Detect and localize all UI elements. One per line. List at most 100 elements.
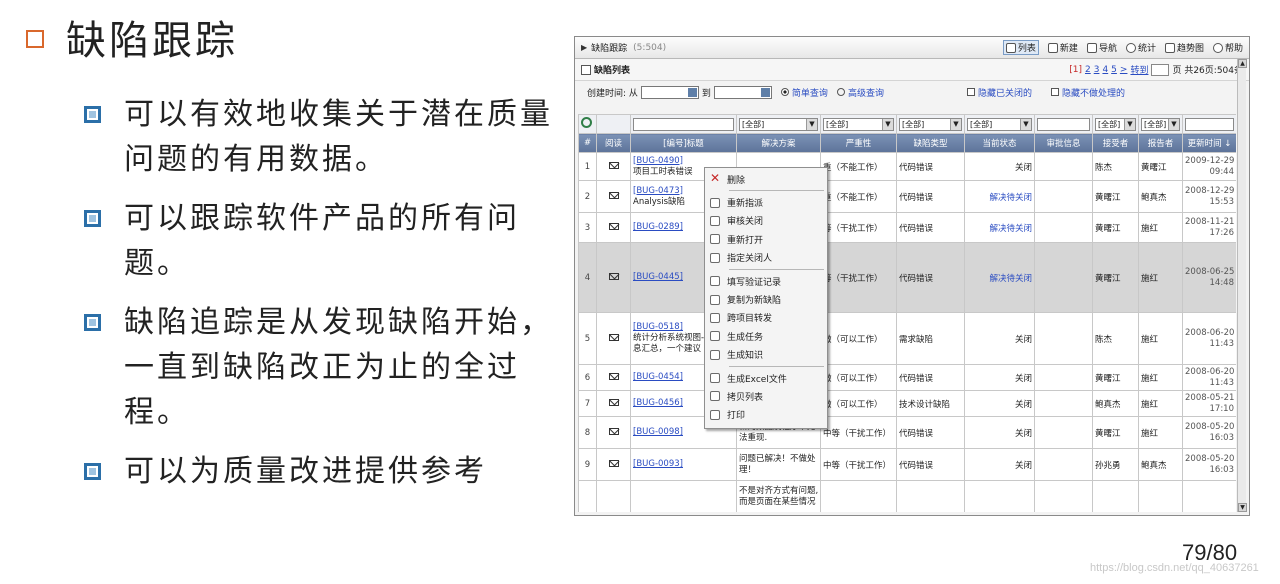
toolbar-action-new[interactable]: 新建 <box>1047 40 1078 55</box>
scroll-down-icon[interactable]: ▼ <box>1238 503 1247 512</box>
column-header[interactable]: 严重性 <box>820 133 897 153</box>
pager-page-link[interactable]: 5 <box>1111 65 1117 75</box>
filter-input[interactable] <box>1185 117 1234 131</box>
toolbar-action-list[interactable]: 列表 <box>1002 40 1039 55</box>
envelope-icon[interactable] <box>608 398 619 406</box>
menu-item-forward[interactable]: 跨项目转发 <box>705 309 827 327</box>
scroll-up-icon[interactable]: ▲ <box>1238 59 1247 68</box>
severity-cell <box>820 480 897 512</box>
menu-item-copy-list[interactable]: 拷贝列表 <box>705 387 827 405</box>
severity-cell: 微（可以工作） <box>820 312 897 365</box>
toolbar-action-help[interactable]: 帮助 <box>1212 40 1243 55</box>
envelope-icon[interactable] <box>608 191 619 199</box>
row-number: 4 <box>578 242 597 313</box>
table-row[interactable]: 不是对齐方式有问题, 而是页面在某些情况 <box>578 480 1236 512</box>
bullet-point: 可以跟踪软件产品的所有问题。 <box>78 196 558 286</box>
envelope-icon[interactable] <box>608 459 619 467</box>
menu-item-print[interactable]: 打印 <box>705 406 827 424</box>
bullet-list: 可以有效地收集关于潜在质量问题的有用数据。 可以跟踪软件产品的所有问题。 缺陷追… <box>78 92 558 508</box>
column-header[interactable]: # <box>578 133 597 153</box>
menu-item-verify-record[interactable]: 填写验证记录 <box>705 272 827 290</box>
updated-time-cell: 2008-11-21 17:26 <box>1182 212 1236 243</box>
menu-item-delete[interactable]: ✕ 删除 <box>705 170 827 188</box>
envelope-icon[interactable] <box>608 272 619 280</box>
filter-input[interactable] <box>633 117 734 131</box>
table-row[interactable]: 1 [BUG-0490] 项目工时表错误 重（不能工作） 代码错误 关闭 陈杰 黄曙江 2009… <box>578 152 1236 181</box>
hide-closed-label[interactable]: 隐藏已关闭的 <box>978 86 1032 99</box>
envelope-icon[interactable] <box>608 333 619 341</box>
table-row[interactable]: 5 [BUG-0518] 统计分析系统视图-> 息汇总，一个建议 微（可以工作） 需求缺陷… <box>578 312 1236 365</box>
toolbar-action-trend[interactable]: 趋势图 <box>1164 40 1204 55</box>
row-number: 2 <box>578 180 597 213</box>
table-row[interactable]: 8[BUG-0098]新的数据及程序下无法重现.中等（干扰工作）代码错误关闭黄曙… <box>578 416 1236 449</box>
search-icon[interactable] <box>581 117 592 128</box>
column-header[interactable]: 接受者 <box>1092 133 1139 153</box>
pager-page-link[interactable]: > <box>1120 65 1128 75</box>
filter-select[interactable]: [全部] <box>1095 117 1136 131</box>
menu-item-reopen[interactable]: 重新打开 <box>705 230 827 248</box>
menu-item-approve-close[interactable]: 审核关闭 <box>705 212 827 230</box>
hide-closed-checkbox[interactable] <box>966 88 975 96</box>
filter-select[interactable]: [全部] <box>739 117 818 131</box>
column-header[interactable]: [编号]标题 <box>630 133 737 153</box>
bullet-icon <box>84 463 101 480</box>
toolbar-action-stats[interactable]: 统计 <box>1125 40 1156 55</box>
column-header[interactable]: 阅读 <box>596 133 631 153</box>
table-row[interactable]: 9 [BUG-0093] 问题已解决！不做处 理！ 中等（干扰工作） 代码错误 关闭 孙兆勇鲍… <box>578 448 1236 481</box>
pager-page-link[interactable]: 4 <box>1102 65 1108 75</box>
advanced-query-label[interactable]: 高级查询 <box>848 86 884 99</box>
column-header[interactable]: 缺陷类型 <box>896 133 965 153</box>
hide-unhandled-label[interactable]: 隐藏不做处理的 <box>1062 86 1125 99</box>
bug-id-link[interactable]: [BUG-0490] <box>633 156 734 167</box>
menu-item-task[interactable]: 生成任务 <box>705 327 827 345</box>
bullet-icon <box>84 210 101 227</box>
vertical-scrollbar[interactable]: ▲ ▼ <box>1237 59 1247 512</box>
assignee-cell: 陈杰 <box>1092 312 1139 365</box>
filter-input[interactable] <box>1037 117 1090 131</box>
filter-select[interactable]: [全部] <box>899 117 962 131</box>
slide-title-text: 缺陷跟踪 <box>66 18 238 64</box>
toolbar-action-navigate[interactable]: 导航 <box>1086 40 1117 55</box>
table-row[interactable]: 7 [BUG-0456] 微（可以工作） 技术设计缺陷 关闭 鲍真杰 施红 2008-05-2… <box>578 390 1236 417</box>
updated-time-cell: 2008-05-21 17:10 <box>1182 390 1236 417</box>
title-bullet-icon <box>26 30 44 48</box>
advanced-query-radio[interactable] <box>836 88 845 96</box>
date-from-input[interactable] <box>640 85 699 99</box>
page-input[interactable] <box>1151 63 1170 76</box>
filter-select[interactable]: [全部] <box>967 117 1032 131</box>
filter-select[interactable]: [全部] <box>823 117 894 131</box>
menu-item-knowledge[interactable]: 生成知识 <box>705 346 827 364</box>
updated-date: 2008-06-20 <box>1185 366 1235 377</box>
menu-item-excel[interactable]: 生成Excel文件 <box>705 369 827 387</box>
approve-close-icon <box>710 215 720 226</box>
table-row[interactable]: 4 [BUG-0445] 等（干扰工作） 代码错误 解决待关闭 黄曙江 施红 2008-06-… <box>578 242 1236 313</box>
menu-item-assign-closer[interactable]: 指定关闭人 <box>705 249 827 267</box>
hide-unhandled-checkbox[interactable] <box>1050 88 1059 96</box>
menu-item-copy[interactable]: 复制为新缺陷 <box>705 290 827 308</box>
column-header[interactable]: 解决方案 <box>736 133 821 153</box>
envelope-icon[interactable] <box>608 222 619 230</box>
table-row[interactable]: 6 [BUG-0454] 微（可以工作） 代码错误 关闭 黄曙江 施红 2008-06-20 1… <box>578 364 1236 391</box>
envelope-icon[interactable] <box>608 372 619 380</box>
bug-id-link[interactable]: [BUG-0093] <box>633 459 734 470</box>
simple-query-label[interactable]: 简单查询 <box>792 86 828 99</box>
pager-page-link[interactable]: 3 <box>1094 65 1100 75</box>
search-cell: [全部] <box>896 114 965 134</box>
status-cell: 关闭 <box>964 312 1035 365</box>
filter-select[interactable]: [全部] <box>1141 117 1180 131</box>
table-row[interactable]: 3 [BUG-0289] 等（干扰工作） 代码错误 解决待关闭 黄曙江 施红 2008-11-… <box>578 212 1236 243</box>
menu-item-reassign[interactable]: 重新指派 <box>705 193 827 211</box>
column-header[interactable]: 当前状态 <box>964 133 1035 153</box>
column-header[interactable]: 更新时间 ↓ <box>1182 133 1236 153</box>
pager-page-link[interactable]: 2 <box>1085 65 1091 75</box>
pager-goto[interactable]: 转到 <box>1130 63 1148 76</box>
approval-cell <box>1034 312 1093 365</box>
envelope-icon[interactable] <box>608 427 619 435</box>
simple-query-radio[interactable] <box>780 88 789 96</box>
envelope-icon[interactable] <box>608 161 619 169</box>
assignee-cell: 黄曙江 <box>1092 364 1139 391</box>
column-header[interactable]: 审批信息 <box>1034 133 1093 153</box>
table-row[interactable]: 2 [BUG-0473] Analysis缺陷 重（不能工作） 代码错误 解决待关闭 黄曙江… <box>578 180 1236 213</box>
date-to-input[interactable] <box>713 85 772 99</box>
column-header[interactable]: 报告者 <box>1138 133 1183 153</box>
